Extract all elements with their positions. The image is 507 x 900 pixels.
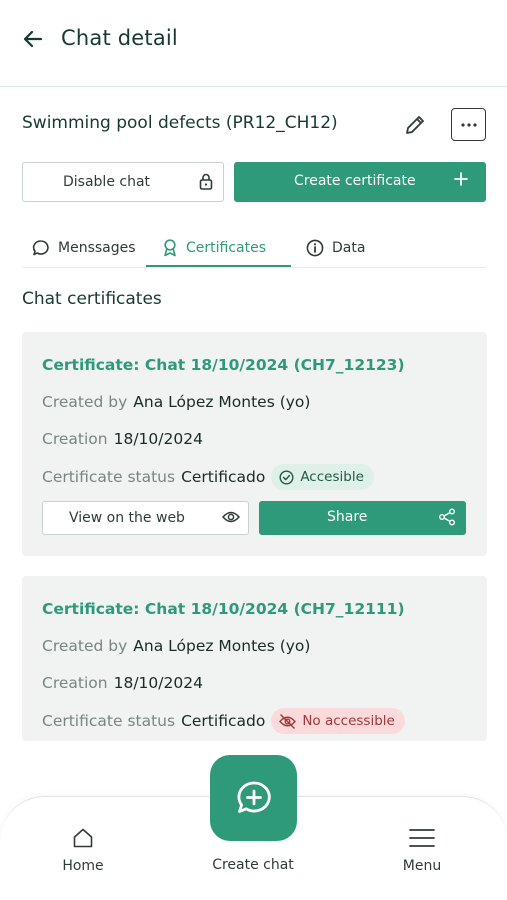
creation-label: Creation xyxy=(42,674,108,692)
create-chat-label: Create chat xyxy=(212,857,294,873)
nav-menu[interactable]: Menu xyxy=(372,826,472,874)
certificate-title[interactable]: Certificate: Chat 18/10/2024 (CH7_12111) xyxy=(42,600,405,618)
menu-icon xyxy=(409,829,435,847)
home-icon xyxy=(73,828,93,848)
create-certificate-label: Create certificate xyxy=(294,173,416,189)
section-title: Chat certificates xyxy=(22,289,162,309)
active-tab-indicator xyxy=(146,265,291,267)
certificate-card: Certificate: Chat 18/10/2024 (CH7_12123)… xyxy=(22,332,487,556)
check-circle-icon xyxy=(279,469,294,485)
created-by-value: Ana López Montes (yo) xyxy=(133,393,311,411)
edit-button[interactable] xyxy=(402,112,428,138)
status-value: Certificado xyxy=(181,712,266,730)
created-by-label: Created by xyxy=(42,637,128,655)
status-value: Certificado xyxy=(181,468,266,486)
creation-value: 18/10/2024 xyxy=(113,674,203,692)
chat-title: Swimming pool defects (PR12_CH12) xyxy=(22,113,338,133)
share-icon xyxy=(439,508,455,526)
tab-data-label: Data xyxy=(332,239,366,256)
page-title: Chat detail xyxy=(61,26,178,50)
nav-home-label: Home xyxy=(62,858,104,874)
nav-home[interactable]: Home xyxy=(33,826,133,874)
more-horizontal-icon xyxy=(460,122,477,127)
creation-row: Creation 18/10/2024 xyxy=(42,430,203,448)
certificate-card: Certificate: Chat 18/10/2024 (CH7_12111)… xyxy=(22,576,487,741)
status-row: Certificate status Certificado No access… xyxy=(42,708,405,734)
award-icon xyxy=(164,238,176,256)
tab-bar: Menssages Certificates Data xyxy=(22,228,486,268)
tab-messages-label: Menssages xyxy=(58,239,136,256)
chat-add-icon xyxy=(237,781,271,813)
creation-value: 18/10/2024 xyxy=(113,430,203,448)
created-by-row: Created by Ana López Montes (yo) xyxy=(42,393,310,411)
disable-chat-label: Disable chat xyxy=(63,174,151,190)
certificate-title[interactable]: Certificate: Chat 18/10/2024 (CH7_12123) xyxy=(42,356,405,374)
status-label: Certificate status xyxy=(42,468,176,486)
status-label: Certificate status xyxy=(42,712,176,730)
created-by-label: Created by xyxy=(42,393,128,411)
creation-row: Creation 18/10/2024 xyxy=(42,674,203,692)
access-badge-label: No accessible xyxy=(302,713,395,729)
app-header: Chat detail xyxy=(0,0,507,87)
share-button[interactable]: Share xyxy=(259,501,466,535)
disable-chat-button[interactable]: Disable chat xyxy=(22,162,224,202)
create-certificate-button[interactable]: Create certificate xyxy=(234,162,486,202)
arrow-left-icon xyxy=(24,31,42,47)
creation-label: Creation xyxy=(42,430,108,448)
chat-bubble-icon xyxy=(32,239,49,255)
create-chat-fab[interactable] xyxy=(210,755,297,841)
more-options-button[interactable] xyxy=(451,108,486,141)
access-badge-label: Accesible xyxy=(300,469,364,485)
back-button[interactable] xyxy=(22,28,44,50)
tab-certificates-label: Certificates xyxy=(186,239,267,256)
tab-data[interactable]: Data xyxy=(306,228,365,267)
created-by-row: Created by Ana López Montes (yo) xyxy=(42,637,310,655)
pencil-icon xyxy=(406,116,424,134)
eye-off-icon xyxy=(279,713,297,729)
view-on-web-button[interactable]: View on the web xyxy=(42,501,249,535)
eye-icon xyxy=(222,511,240,523)
created-by-value: Ana López Montes (yo) xyxy=(133,637,311,655)
nav-menu-label: Menu xyxy=(402,858,442,874)
access-badge: No accessible xyxy=(271,708,405,734)
info-icon xyxy=(306,239,324,256)
share-label: Share xyxy=(327,509,368,525)
plus-icon xyxy=(454,172,468,186)
status-row: Certificate status Certificado Accesible xyxy=(42,464,374,490)
view-on-web-label: View on the web xyxy=(69,510,185,526)
tab-messages[interactable]: Menssages xyxy=(32,228,136,267)
access-badge: Accesible xyxy=(271,464,374,490)
tab-certificates[interactable]: Certificates xyxy=(162,228,266,267)
lock-icon xyxy=(199,173,213,190)
